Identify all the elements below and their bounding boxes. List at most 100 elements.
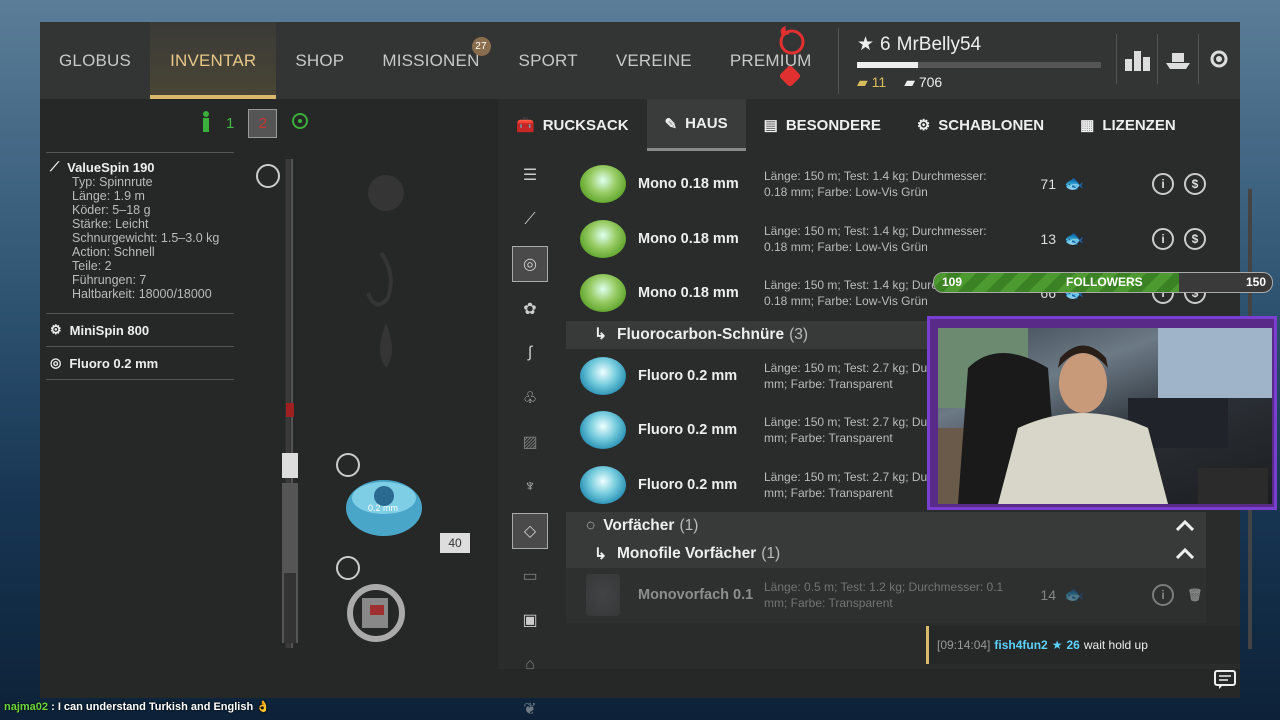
tab-haus[interactable]: ✎ HAUS <box>646 99 746 151</box>
nav-shop[interactable]: SHOP <box>276 22 363 99</box>
line-filter-icon[interactable]: ◎ <box>512 246 548 282</box>
rod-prop: Führungen: 7 <box>72 273 147 287</box>
chat-bubble-icon[interactable] <box>1214 670 1236 695</box>
item-name: Fluoro 0.2 mm <box>638 367 738 384</box>
nav-vereine[interactable]: VEREINE <box>597 22 711 99</box>
chat-user: fish4fun2 <box>994 638 1048 652</box>
rod-assembly: 0.2 mm 40 <box>236 153 496 658</box>
nav-inventar[interactable]: INVENTAR <box>150 22 277 99</box>
reel-icon: ⚙ <box>50 322 62 337</box>
rod-prop: Köder: 5–18 g <box>72 203 151 217</box>
rod-slot-2[interactable]: 2 <box>248 109 278 138</box>
player-name: MrBelly54 <box>896 33 982 55</box>
line-icon: ◎ <box>50 355 62 370</box>
group-header-monofile-vorfaecher[interactable]: ↳ Monofile Vorfächer (1) <box>566 540 1206 568</box>
tackle-filter-icon[interactable]: ♆ <box>512 469 548 505</box>
premium-fire-icon <box>772 26 806 97</box>
rod-prop: Schnurgewicht: 1.5–3.0 kg <box>72 231 220 245</box>
fish-icon: 🐟 <box>1064 176 1084 194</box>
boat-icon[interactable] <box>1157 34 1198 84</box>
webcam-feed <box>938 328 1272 504</box>
chat-star-icon: ★ <box>1051 638 1063 652</box>
bucket-filter-icon[interactable]: ▭ <box>512 558 548 594</box>
leaderboard-icon[interactable] <box>1116 34 1157 84</box>
group-label: Vorfächer <box>603 517 675 534</box>
leader-pack-image <box>586 574 620 617</box>
item-name: Fluoro 0.2 mm <box>638 422 738 439</box>
rod-prop: Typ: Spinnrute <box>72 175 153 189</box>
mono-spool-image <box>580 274 626 313</box>
sell-icon[interactable]: $ <box>1184 173 1206 195</box>
item-description: Länge: 0.5 m; Test: 1.2 kg; Durchmesser:… <box>764 580 1004 611</box>
chevron-up-icon[interactable] <box>1175 546 1195 564</box>
chevron-up-icon[interactable] <box>1175 518 1195 536</box>
lure-filter-icon[interactable]: ♧ <box>512 380 548 416</box>
star-icon: ★ <box>857 34 875 55</box>
info-icon[interactable]: i <box>1152 173 1174 195</box>
nav-globus[interactable]: GLOBUS <box>40 22 150 99</box>
settings-gear-icon[interactable] <box>1198 34 1239 84</box>
chat-level: 26 <box>1066 638 1080 652</box>
chat-text: wait hold up <box>1083 638 1148 652</box>
list-item[interactable]: Monovorfach 0.1 Länge: 0.5 m; Test: 1.2 … <box>566 568 1206 623</box>
tab-besondere[interactable]: ▤ BESONDERE <box>746 99 899 151</box>
group-header-vorfaecher[interactable]: ◌ Vorfächer (1) <box>566 512 1206 540</box>
tab-rucksack[interactable]: 🧰 RUCKSACK <box>498 99 647 151</box>
sub-arrow-icon: ↳ <box>594 326 607 343</box>
nav-sport[interactable]: SPORT <box>500 22 597 99</box>
line-title: Fluoro 0.2 mm <box>69 355 159 371</box>
stream-chat-text: : I can understand Turkish and English <box>51 701 254 713</box>
group-count: (1) <box>761 545 781 562</box>
sell-icon[interactable]: $ <box>1184 227 1206 250</box>
rod-prop: Haltbarkeit: 18000/18000 <box>72 287 212 301</box>
rod-title: ValueSpin 190 <box>67 159 155 175</box>
missions-badge: 27 <box>471 37 491 56</box>
webcam-overlay <box>927 316 1277 510</box>
group-label: Monofile Vorfächer <box>617 545 757 562</box>
nav-premium[interactable]: PREMIUM <box>711 22 831 99</box>
plant-filter-icon[interactable]: ❦ <box>512 691 548 720</box>
backpack-icon: 🧰 <box>516 117 535 134</box>
item-count: 13 <box>1040 230 1056 247</box>
target-icon[interactable] <box>291 112 309 135</box>
xp-bar-fill <box>857 62 918 68</box>
player-level: 6 <box>880 33 891 55</box>
fish-icon: 🐟 <box>1064 587 1084 605</box>
stream-chat-user: najma02 <box>4 701 49 713</box>
category-tabs: 🧰 RUCKSACK ✎ HAUS ▤ BESONDERE ⚙ SCHABLONEN ▦… <box>498 99 1240 151</box>
sub-arrow-icon: ↳ <box>594 545 607 563</box>
gold-currency: ▰ 11 <box>857 74 887 90</box>
info-icon[interactable]: i <box>1152 584 1174 606</box>
box-filter-icon[interactable]: ▣ <box>512 602 548 638</box>
nav-missionen-label: MISSIONEN <box>382 50 480 70</box>
special-doc-icon: ▤ <box>763 117 778 134</box>
item-name: Mono 0.18 mm <box>638 230 739 247</box>
rod-filter-icon[interactable]: ⟋ <box>512 202 548 238</box>
spool-label: 0.2 mm <box>368 503 399 513</box>
reel-title: MiniSpin 800 <box>69 322 150 338</box>
rod-slot-1[interactable]: 1 <box>226 115 234 132</box>
info-icon[interactable]: i <box>1152 227 1174 250</box>
equipment-properties: ⟋ ValueSpin 190 Typ: Spinnrute Länge: 1.9… <box>46 152 234 380</box>
rod-prop: Stärke: Leicht <box>72 217 149 231</box>
list-item[interactable]: Mono 0.18 mm Länge: 150 m; Test: 1.4 kg;… <box>566 212 1206 267</box>
nav-missionen[interactable]: MISSIONEN 27 <box>363 22 499 99</box>
storage-filter-icon[interactable]: ☰ <box>512 157 548 193</box>
house-pen-icon: ✎ <box>664 115 678 133</box>
car-filter-icon[interactable]: ⌂ <box>512 647 548 683</box>
template-gear-icon: ⚙ <box>916 117 931 134</box>
list-item[interactable]: Mono 0.18 mm Länge: 150 m; Test: 1.4 kg;… <box>566 157 1206 212</box>
category-filter-column: ☰ ⟋ ◎ ✿ ʃ ♧ ▨ ♆ ◇ ▭ ▣ ⌂ ❦ <box>512 157 552 720</box>
player-profile[interactable]: ★ 6 MrBelly54 ▰ 11 ▰ 706 <box>838 28 1118 94</box>
bait-filter-icon[interactable]: ✿ <box>512 291 548 327</box>
hook-filter-icon[interactable]: ʃ <box>512 335 548 371</box>
trash-icon[interactable]: 🗑 <box>1184 584 1206 606</box>
followers-label: FOLLOWERS <box>1066 275 1143 289</box>
leader-filter-icon[interactable]: ◇ <box>512 513 548 549</box>
angler-figure-icon[interactable] <box>200 110 212 137</box>
rod-prop: Action: Schnell <box>72 245 155 259</box>
fish-icon: 🐟 <box>1064 230 1084 248</box>
tab-lizenzen[interactable]: ▦ LIZENZEN <box>1062 99 1194 151</box>
tab-schablonen[interactable]: ⚙ SCHABLONEN <box>899 99 1062 151</box>
net-filter-icon[interactable]: ▨ <box>512 424 548 460</box>
